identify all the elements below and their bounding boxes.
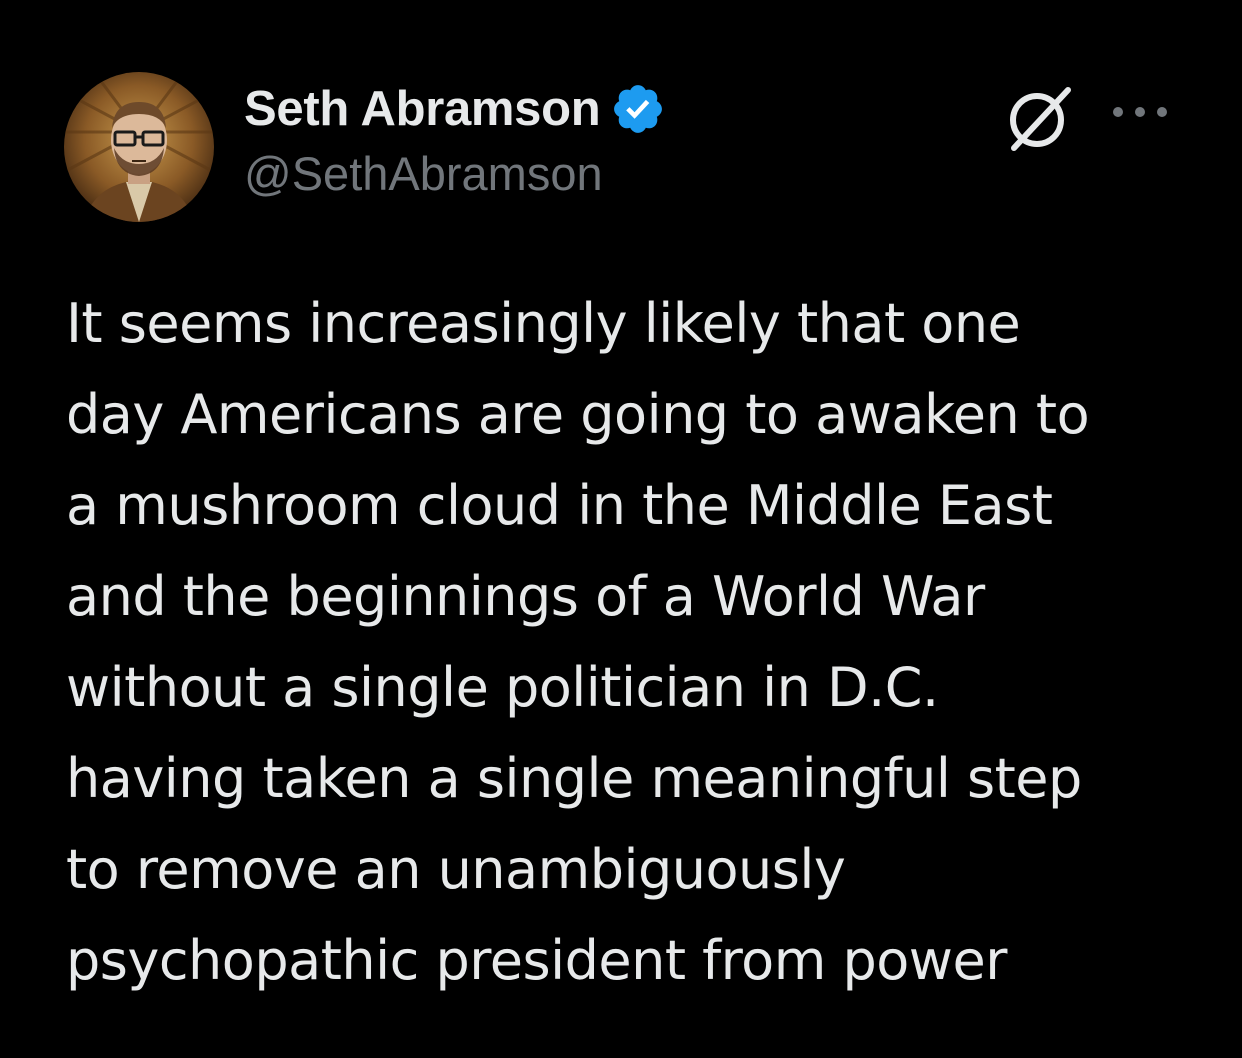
tweet-text-line: and the beginnings of a World War <box>66 565 985 628</box>
author-handle[interactable]: @SethAbramson <box>244 146 666 201</box>
tweet-text-line: a mushroom cloud in the Middle East <box>66 474 1053 537</box>
tweet-text-line: It seems increasingly likely that one <box>66 292 1021 355</box>
tweet-card: Seth Abramson @SethAbramson It seems inc… <box>0 0 1242 1058</box>
more-options-icon[interactable] <box>1106 92 1176 132</box>
tweet-text: It seems increasingly likely that one da… <box>66 278 1196 1006</box>
verified-badge-icon[interactable] <box>610 81 666 137</box>
user-avatar[interactable] <box>64 72 214 222</box>
tweet-text-line: day Americans are going to awaken to <box>66 383 1090 446</box>
author-display-name[interactable]: Seth Abramson <box>244 81 601 137</box>
tweet-text-line: to remove an unambiguously <box>66 838 846 901</box>
tweet-text-line: psychopathic president from power <box>66 929 1007 992</box>
name-row: Seth Abramson <box>244 78 666 140</box>
tweet-text-line: having taken a single meaningful step <box>66 747 1082 810</box>
tweet-text-line: without a single politician in D.C. <box>66 656 939 719</box>
grok-icon[interactable] <box>1004 82 1076 154</box>
avatar-image <box>64 72 214 222</box>
author-names: Seth Abramson @SethAbramson <box>244 78 666 201</box>
